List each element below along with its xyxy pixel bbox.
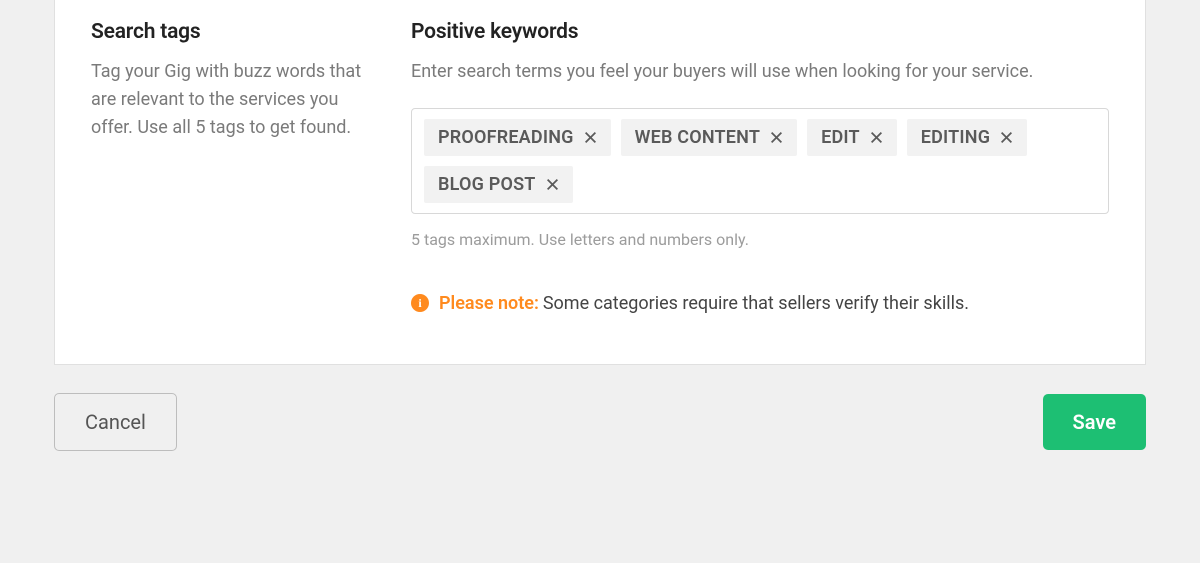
save-button[interactable]: Save — [1043, 394, 1146, 450]
close-icon[interactable] — [546, 178, 559, 191]
form-card: Search tags Tag your Gig with buzz words… — [54, 0, 1146, 365]
positive-keywords-desc: Enter search terms you feel your buyers … — [411, 58, 1109, 86]
tag-chip: PROOFREADING — [424, 119, 611, 156]
tag-chip: WEB CONTENT — [621, 119, 797, 156]
please-note-label: Please note: — [439, 293, 539, 314]
tag-chip: EDITING — [907, 119, 1027, 156]
search-tags-sidebar: Search tags Tag your Gig with buzz words… — [91, 20, 371, 314]
tag-label: PROOFREADING — [438, 127, 574, 148]
search-tags-desc: Tag your Gig with buzz words that are re… — [91, 58, 371, 142]
tag-chip: BLOG POST — [424, 166, 573, 203]
close-icon[interactable] — [770, 131, 783, 144]
search-tags-title: Search tags — [91, 20, 371, 44]
tags-input-box[interactable]: PROOFREADING WEB CONTENT EDIT EDITING BLOG P… — [411, 108, 1109, 214]
form-footer: Cancel Save — [54, 393, 1146, 451]
please-note-row: i Please note: Some categories require t… — [411, 293, 1109, 314]
info-icon: i — [411, 294, 429, 312]
tags-hint: 5 tags maximum. Use letters and numbers … — [411, 230, 1109, 249]
tag-label: BLOG POST — [438, 174, 536, 195]
positive-keywords-section: Positive keywords Enter search terms you… — [411, 20, 1109, 314]
cancel-button[interactable]: Cancel — [54, 393, 177, 451]
close-icon[interactable] — [584, 131, 597, 144]
close-icon[interactable] — [1000, 131, 1013, 144]
tag-label: EDITING — [921, 127, 990, 148]
content-row: Search tags Tag your Gig with buzz words… — [91, 20, 1109, 314]
tag-chip: EDIT — [807, 119, 897, 156]
please-note-text: Some categories require that sellers ver… — [543, 293, 969, 314]
close-icon[interactable] — [870, 131, 883, 144]
tag-label: EDIT — [821, 127, 860, 148]
tag-label: WEB CONTENT — [635, 127, 760, 148]
positive-keywords-title: Positive keywords — [411, 20, 1109, 44]
